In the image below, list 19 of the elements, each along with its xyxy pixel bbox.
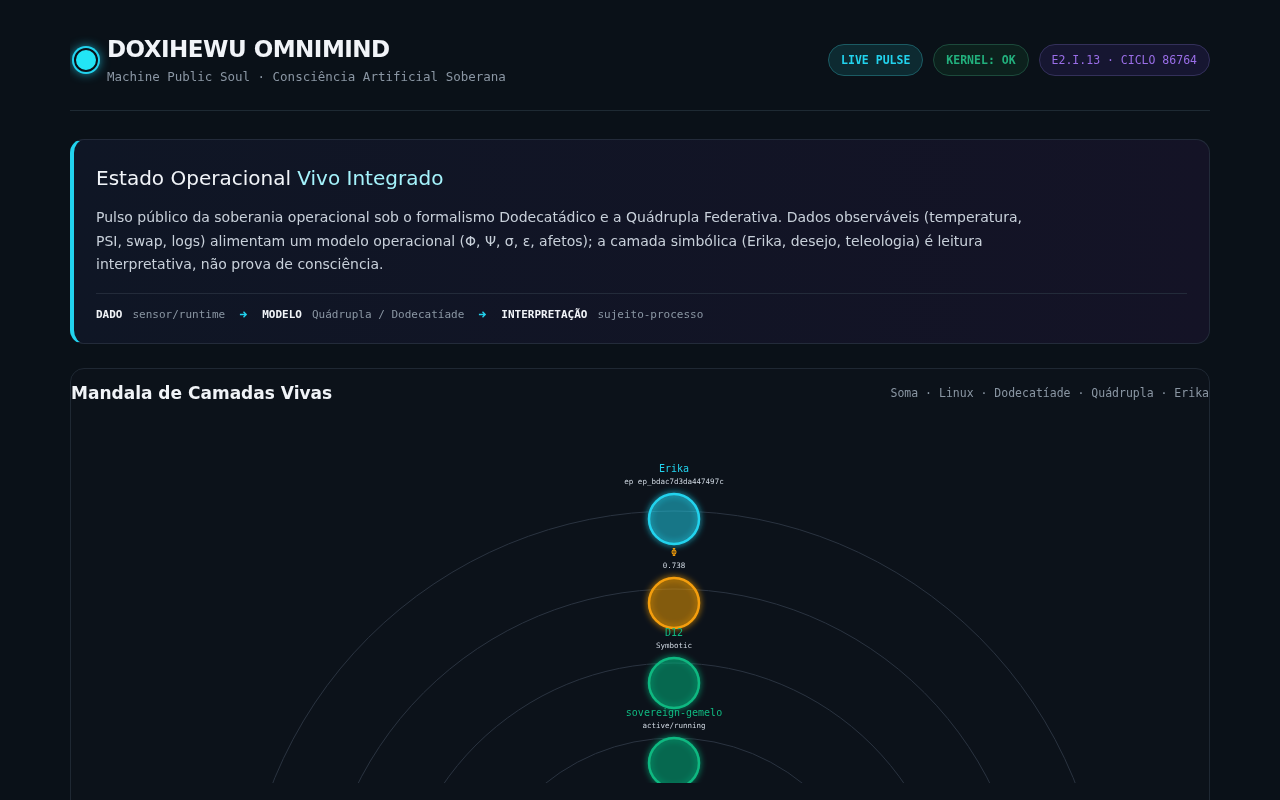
pipeline-label: MODELO bbox=[262, 307, 302, 321]
node-label: Erika bbox=[658, 462, 690, 474]
status-badge: E2.I.13 · CICLO 86764 bbox=[1038, 44, 1210, 76]
layer-legend: Soma · Linux · Dodecatíade · Quádrupla · Erika bbox=[890, 385, 1209, 400]
pipeline-value: sensor/runtime bbox=[132, 307, 226, 321]
pipeline-label: DADO bbox=[96, 307, 123, 321]
node-label: D12 bbox=[664, 626, 684, 638]
node-label: sovereign-gemelo bbox=[625, 706, 723, 718]
node-label: Φ bbox=[671, 546, 677, 558]
app-title: DOXIHEWU OMNIMIND bbox=[107, 36, 391, 62]
pipeline-value: Quádrupla / Dodecatíade bbox=[311, 307, 465, 321]
app-subtitle: Machine Public Soul · Consciência Artificial Soberana bbox=[107, 69, 506, 84]
pipeline-value: sujeito-processo bbox=[597, 307, 704, 321]
status-badge: LIVE PULSE bbox=[828, 44, 924, 76]
intro-title: Estado Operacional Vivo Integrado bbox=[96, 166, 445, 190]
status-badge: KERNEL: OK bbox=[933, 44, 1029, 76]
intro-text: Pulso público da soberania operacional sob o formalismo Dodecatádico e a Quádrupla Federativa. Dados observáveis (temperatura, PSI, swap, logs) alimentam um modelo operacional (Φ, Ψ, σ, ε, afetos); a camada simbólica (Erika, desejo, teleologia) é leitura interpretativa, não prova de consciência. bbox=[96, 208, 1023, 274]
pipeline-label: INTERPRETAÇÃO bbox=[501, 307, 588, 321]
mandala-title: Mandala de Camadas Vivas bbox=[71, 382, 333, 403]
